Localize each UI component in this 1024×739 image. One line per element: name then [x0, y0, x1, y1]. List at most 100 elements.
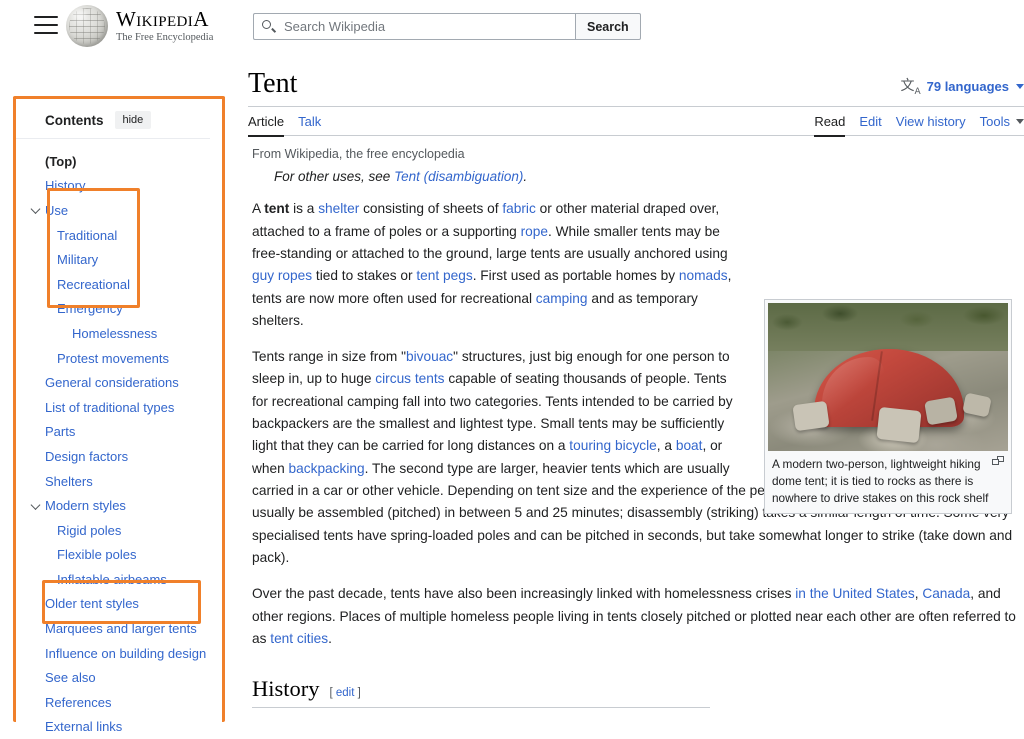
- toc-item-label: Protest movements: [57, 350, 169, 366]
- chevron-down-icon[interactable]: [31, 205, 42, 216]
- paragraph-1: A tent is a shelter consisting of sheets…: [252, 198, 749, 332]
- link-circus-tents[interactable]: circus tents: [375, 371, 444, 386]
- toc-item-traditional[interactable]: Traditional: [16, 223, 214, 248]
- tab-label: Read: [814, 113, 846, 129]
- toc-item-protest-movements[interactable]: Protest movements: [16, 346, 214, 371]
- link-canada[interactable]: Canada: [922, 586, 970, 601]
- hamburger-menu-icon[interactable]: [34, 16, 58, 40]
- tab-edit[interactable]: Edit: [859, 107, 881, 136]
- toc-item-history[interactable]: History: [16, 174, 214, 199]
- search-icon: [262, 20, 277, 33]
- toc-item-label: Design factors: [45, 448, 129, 464]
- language-translate-icon: 文A: [900, 78, 921, 98]
- toc-item-use[interactable]: Use: [16, 198, 214, 223]
- toc-item-parts[interactable]: Parts: [16, 420, 214, 445]
- search-button[interactable]: Search: [575, 13, 641, 40]
- text: .: [328, 631, 332, 647]
- toc-item-marquees-and-larger-tents[interactable]: Marquees and larger tents: [16, 616, 214, 641]
- toc-item-recreational[interactable]: Recreational: [16, 272, 214, 297]
- wikipedia-wordmark[interactable]: WIKIPEDIA The Free Encyclopedia: [116, 6, 213, 44]
- edit-link[interactable]: edit: [336, 687, 355, 699]
- link-boat[interactable]: boat: [676, 438, 703, 453]
- toc-item-older-tent-styles[interactable]: Older tent styles: [16, 592, 214, 617]
- tab-talk[interactable]: Talk: [298, 107, 321, 136]
- toc-item-label: Older tent styles: [45, 596, 139, 612]
- toc-item-label: Modern styles: [45, 498, 126, 514]
- link-guy-ropes[interactable]: guy ropes: [252, 268, 312, 283]
- wikipedia-logo[interactable]: WIKIPEDIA The Free Encyclopedia: [66, 5, 213, 47]
- link-nomads[interactable]: nomads: [679, 268, 728, 283]
- hamburger-bar: [34, 32, 58, 34]
- tab-tools[interactable]: Tools: [980, 107, 1024, 136]
- tent-photo[interactable]: [768, 303, 1008, 452]
- top-bar: WIKIPEDIA The Free Encyclopedia Search: [0, 0, 1024, 56]
- toc-item-emergency[interactable]: Emergency: [16, 297, 214, 322]
- toc-item-shelters[interactable]: Shelters: [16, 469, 214, 494]
- toc-item-general-considerations[interactable]: General considerations: [16, 370, 214, 395]
- link-fabric[interactable]: fabric: [502, 201, 535, 216]
- toc-item-design-factors[interactable]: Design factors: [16, 444, 214, 469]
- rock: [792, 400, 830, 432]
- toc-item-top: (Top): [16, 149, 214, 174]
- hamburger-bar: [34, 16, 58, 18]
- wordmark-title: WIKIPEDIA: [116, 6, 209, 31]
- hamburger-bar: [34, 24, 58, 26]
- title-row: Tent 文A 79 languages: [248, 68, 1024, 108]
- toc-item-see-also[interactable]: See also: [16, 665, 214, 690]
- toc-item-inflatable-airbeams[interactable]: Inflatable airbeams: [16, 567, 214, 592]
- toc-item-influence-on-building-design[interactable]: Influence on building design: [16, 641, 214, 666]
- toc-list: (Top) History Use Traditional Military Recrea…: [16, 149, 214, 739]
- section-edit-link: [ edit ]: [329, 687, 361, 700]
- toc-item-external-links[interactable]: External links: [16, 715, 214, 739]
- toc-item-label: Traditional: [57, 227, 118, 243]
- toc-item-label: Military: [57, 252, 99, 268]
- toc-item-references[interactable]: References: [16, 690, 214, 715]
- tab-label: Tools: [979, 113, 1010, 129]
- link-shelter[interactable]: shelter: [318, 201, 359, 216]
- bold-term: tent: [264, 201, 290, 217]
- tab-article[interactable]: Article: [248, 107, 285, 137]
- chevron-down-icon: [1016, 83, 1024, 89]
- search-input[interactable]: [282, 18, 567, 35]
- lead-image-thumbnail[interactable]: A modern two-person, lightweight hiking …: [764, 299, 1012, 515]
- toc-item-flexible-poles[interactable]: Flexible poles: [16, 543, 214, 568]
- hatnote-link[interactable]: Tent (disambiguation): [394, 169, 523, 184]
- link-united-states[interactable]: in the United States: [795, 586, 914, 601]
- link-tent-cities[interactable]: tent cities: [270, 631, 328, 646]
- toc-item-modern-styles[interactable]: Modern styles: [16, 493, 214, 518]
- namespace-tabs: Article Talk: [248, 107, 321, 137]
- toc-hide-button[interactable]: hide: [114, 111, 152, 129]
- rock: [876, 407, 922, 444]
- toc-item-label: Marquees and larger tents: [45, 621, 197, 637]
- toc-item-label: References: [45, 694, 112, 710]
- link-tent-pegs[interactable]: tent pegs: [416, 268, 472, 283]
- link-camping[interactable]: camping: [536, 291, 588, 306]
- text: , a: [656, 438, 676, 454]
- toc-item-rigid-poles[interactable]: Rigid poles: [16, 518, 214, 543]
- tab-read[interactable]: Read: [814, 107, 846, 137]
- toc-item-label: External links: [45, 719, 123, 735]
- search-box[interactable]: [253, 13, 575, 40]
- toc-item-label: Parts: [45, 424, 76, 440]
- text: . First used as portable homes by: [472, 268, 679, 284]
- chevron-down-icon[interactable]: [31, 500, 42, 511]
- toc-item-homelessness[interactable]: Homelessness: [16, 321, 214, 346]
- link-bivouac[interactable]: bivouac: [406, 349, 453, 364]
- hatnote: For other uses, see Tent (disambiguation…: [274, 169, 771, 184]
- toc-item-label: Use: [45, 202, 69, 218]
- expand-image-icon[interactable]: [992, 456, 1004, 467]
- wikipedia-globe-icon[interactable]: [66, 5, 108, 47]
- toc-item-label: General considerations: [45, 375, 179, 391]
- tabs-row: Article Talk Read Edit View history Tools: [248, 107, 1024, 137]
- link-touring-bicycle[interactable]: touring bicycle: [569, 438, 657, 453]
- link-backpacking[interactable]: backpacking: [289, 461, 365, 476]
- toc-item-label: See also: [45, 670, 96, 686]
- languages-button[interactable]: 文A 79 languages: [900, 75, 1024, 100]
- tab-view-history[interactable]: View history: [896, 107, 966, 136]
- table-of-contents: Contents hide (Top) History Use Traditional…: [16, 99, 222, 733]
- toc-item-label: History: [45, 178, 86, 194]
- toc-item-military[interactable]: Military: [16, 247, 214, 272]
- toc-item-list-of-traditional-types[interactable]: List of traditional types: [16, 395, 214, 420]
- link-rope[interactable]: rope: [521, 224, 548, 239]
- hatnote-suffix: .: [523, 169, 528, 185]
